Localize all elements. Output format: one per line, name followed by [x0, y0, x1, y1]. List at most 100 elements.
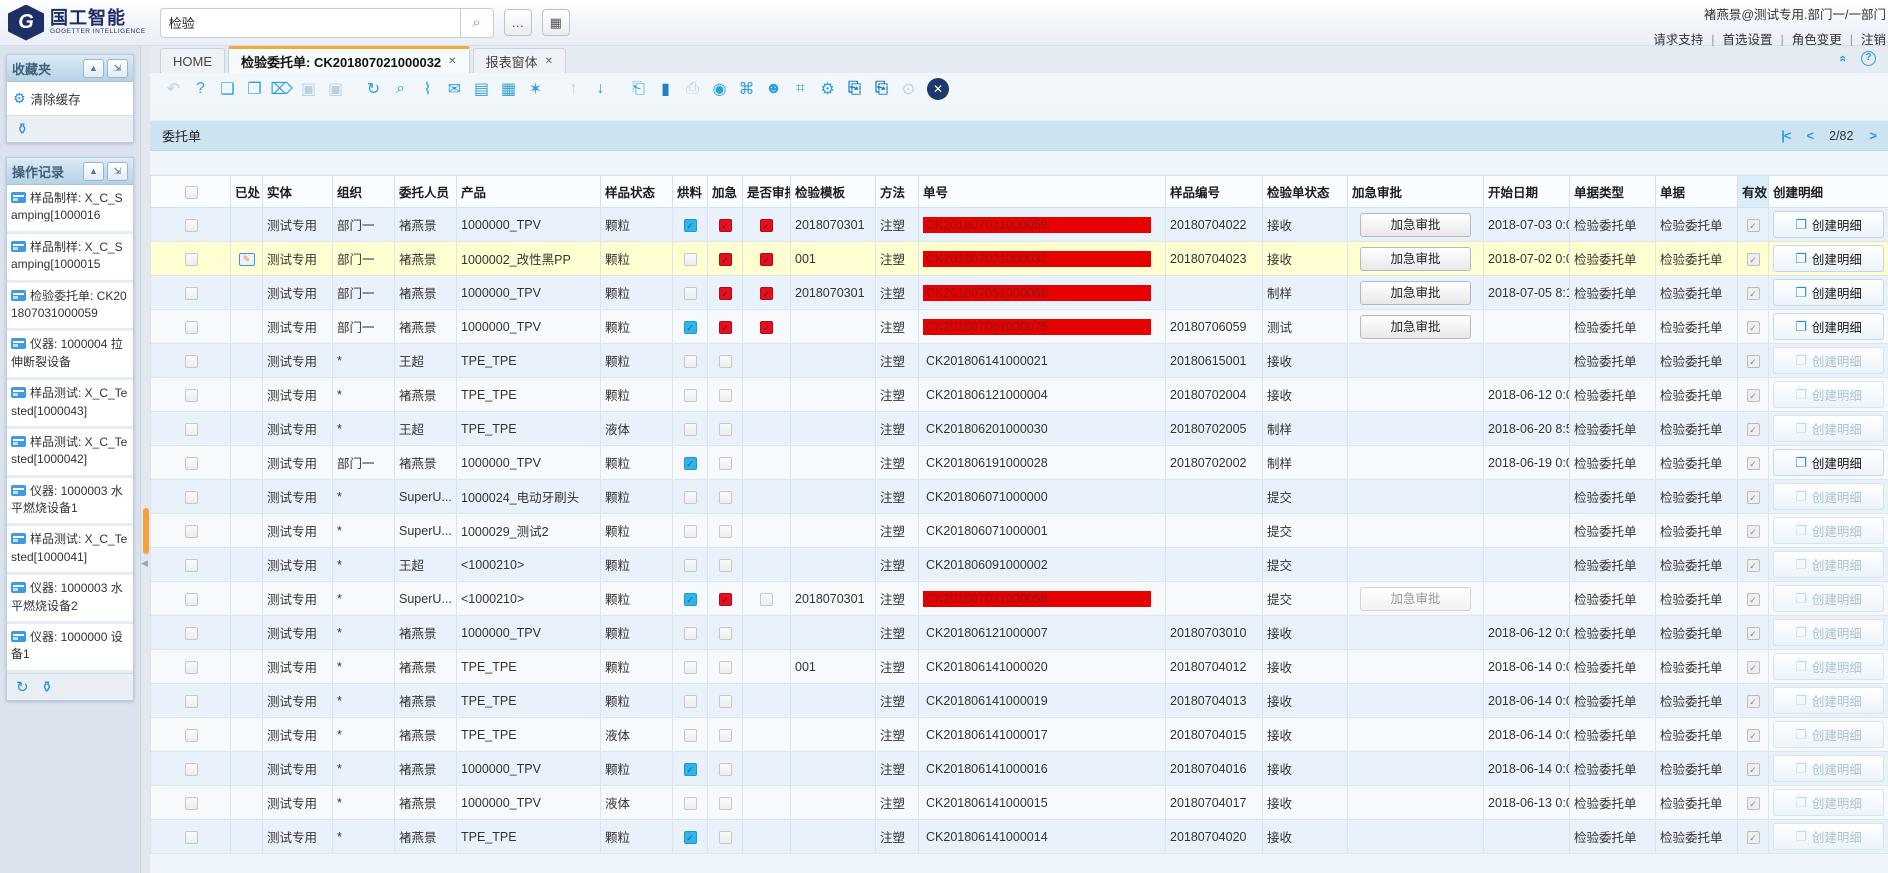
urgent-checkbox[interactable] — [719, 797, 732, 810]
top-link-2[interactable]: 角色变更 — [1792, 33, 1842, 47]
urgent-checkbox[interactable] — [719, 457, 732, 470]
bake-checkbox[interactable] — [684, 423, 697, 436]
delete-record-icon[interactable]: ⌦ — [268, 79, 295, 99]
urgent-checkbox[interactable] — [719, 355, 732, 368]
valid-checkbox[interactable]: ✓ — [1747, 593, 1760, 606]
table-row-13[interactable]: 测试专用*褚燕景1000000_TPV颗粒注塑CK201806121000007… — [151, 616, 1888, 650]
calculator-icon[interactable]: ⌗ — [787, 80, 814, 98]
valid-checkbox[interactable]: ✓ — [1747, 627, 1760, 640]
pdf-export-icon[interactable]: ⎗ — [625, 80, 652, 98]
table-row-14[interactable]: 测试专用*褚燕景TPE_TPE颗粒001注塑CK2018061410000202… — [151, 650, 1888, 684]
next-page-button[interactable]: > — [1869, 128, 1876, 143]
bake-checkbox[interactable] — [684, 627, 697, 640]
row-select-checkbox[interactable] — [185, 253, 198, 266]
table-row-2[interactable]: ✎测试专用部门一褚燕景1000002_改性黑PP颗粒✓✓001注塑CK20180… — [151, 242, 1888, 276]
row-select-checkbox[interactable] — [185, 457, 198, 470]
row-select-checkbox[interactable] — [185, 423, 198, 436]
create-detail-button[interactable]: ❐创建明细 — [1773, 279, 1884, 306]
approve-checkbox[interactable]: ✓ — [760, 253, 773, 266]
urgent-checkbox[interactable]: ✓ — [719, 593, 732, 606]
history-item-5[interactable]: 样品测试: X_C_Tested[1000042] — [7, 429, 133, 478]
search-icon[interactable]: ⌕ — [387, 80, 414, 98]
urgent-checkbox[interactable] — [719, 491, 732, 504]
valid-checkbox[interactable]: ✓ — [1747, 695, 1760, 708]
urgent-checkbox[interactable] — [719, 695, 732, 708]
row-select-checkbox[interactable] — [185, 695, 198, 708]
urgent-approve-button[interactable]: 加急审批 — [1360, 247, 1472, 271]
row-select-checkbox[interactable] — [185, 219, 198, 232]
top-link-3[interactable]: 注销 — [1861, 33, 1886, 47]
table-row-9[interactable]: 测试专用*SuperU...1000024_电动牙刷头颗粒注塑CK2018060… — [151, 480, 1888, 514]
bake-checkbox[interactable]: ✓ — [684, 593, 697, 606]
valid-checkbox[interactable]: ✓ — [1747, 219, 1760, 232]
urgent-checkbox[interactable]: ✓ — [719, 321, 732, 334]
contacts-icon[interactable]: ☻ — [760, 80, 787, 98]
valid-checkbox[interactable]: ✓ — [1747, 763, 1760, 776]
urgent-checkbox[interactable] — [719, 389, 732, 402]
bake-checkbox[interactable] — [684, 253, 697, 266]
bake-checkbox[interactable]: ✓ — [684, 321, 697, 334]
tab-close-icon[interactable]: ✕ — [448, 56, 456, 67]
valid-checkbox[interactable]: ✓ — [1747, 321, 1760, 334]
history-item-1[interactable]: 样品制样: X_C_Samping[1000015 — [7, 234, 133, 283]
urgent-checkbox[interactable]: ✓ — [719, 219, 732, 232]
table-row-17[interactable]: 测试专用*褚燕景1000000_TPV颗粒✓注塑CK20180614100001… — [151, 752, 1888, 786]
tab-home[interactable]: HOME — [160, 48, 225, 73]
valid-checkbox[interactable]: ✓ — [1747, 729, 1760, 742]
history-item-9[interactable]: 仪器: 1000000 设备1 — [7, 624, 133, 673]
more-options-button[interactable]: … — [504, 9, 532, 36]
bake-checkbox[interactable] — [684, 525, 697, 538]
collapse-panel-button[interactable]: ▲ — [83, 162, 104, 181]
row-select-checkbox[interactable] — [185, 355, 198, 368]
top-link-0[interactable]: 请求支持 — [1653, 33, 1703, 47]
approve-checkbox[interactable]: ✓ — [760, 219, 773, 232]
urgent-approve-button[interactable]: 加急审批 — [1360, 213, 1472, 237]
create-detail-button[interactable]: ❐创建明细 — [1773, 245, 1884, 272]
row-select-checkbox[interactable] — [185, 593, 198, 606]
approve-checkbox[interactable]: ✓ — [760, 287, 773, 300]
prev-page-button[interactable]: < — [1806, 128, 1813, 143]
bake-checkbox[interactable] — [684, 695, 697, 708]
search-icon[interactable]: ⌕ — [460, 8, 494, 38]
table-row-19[interactable]: 测试专用*褚燕景TPE_TPE颗粒✓注塑CK201806141000014201… — [151, 820, 1888, 854]
urgent-approve-button[interactable]: 加急审批 — [1360, 315, 1472, 339]
create-detail-button[interactable]: ❐创建明细 — [1773, 449, 1884, 476]
table-row-4[interactable]: 测试专用部门一褚燕景1000000_TPV颗粒✓✓✓注塑CK2018070610… — [151, 310, 1888, 344]
bake-checkbox[interactable] — [684, 559, 697, 572]
valid-checkbox[interactable]: ✓ — [1747, 355, 1760, 368]
settings-gear-icon[interactable]: ⚙ — [814, 79, 841, 99]
collapse-tabs-icon[interactable]: » — [1835, 55, 1850, 62]
urgent-checkbox[interactable] — [719, 559, 732, 572]
create-detail-button[interactable]: ❐创建明细 — [1773, 211, 1884, 238]
qr-code-button[interactable]: ▦ — [542, 9, 570, 36]
bake-checkbox[interactable] — [684, 389, 697, 402]
row-select-checkbox[interactable] — [185, 491, 198, 504]
attachment-icon[interactable]: ⌇ — [414, 79, 441, 99]
new-record-icon[interactable]: ❏ — [214, 79, 241, 99]
trash-icon[interactable]: ⚱ — [41, 678, 54, 696]
valid-checkbox[interactable]: ✓ — [1747, 797, 1760, 810]
approve-checkbox[interactable] — [760, 593, 773, 606]
expand-panel-button[interactable]: ⇲ — [107, 162, 128, 181]
history-item-3[interactable]: 仪器: 1000004 拉伸断裂设备 — [7, 331, 133, 380]
valid-checkbox[interactable]: ✓ — [1747, 389, 1760, 402]
history-item-8[interactable]: 仪器: 1000003 水平燃烧设备2 — [7, 575, 133, 624]
bake-checkbox[interactable] — [684, 491, 697, 504]
bake-checkbox[interactable] — [684, 797, 697, 810]
urgent-checkbox[interactable] — [719, 729, 732, 742]
row-select-checkbox[interactable] — [185, 661, 198, 674]
bake-checkbox[interactable] — [684, 355, 697, 368]
urgent-checkbox[interactable] — [719, 763, 732, 776]
disc-icon[interactable]: ◉ — [706, 79, 733, 99]
import-down-icon[interactable]: ↓ — [587, 80, 614, 98]
urgent-checkbox[interactable]: ✓ — [719, 253, 732, 266]
tab-close-icon[interactable]: ✕ — [545, 56, 553, 67]
history-item-4[interactable]: 样品测试: X_C_Tested[1000043] — [7, 380, 133, 429]
bake-checkbox[interactable]: ✓ — [684, 763, 697, 776]
urgent-checkbox[interactable] — [719, 661, 732, 674]
export-file2-icon[interactable]: ⎘ — [868, 80, 895, 98]
top-link-1[interactable]: 首选设置 — [1722, 33, 1772, 47]
bake-checkbox[interactable]: ✓ — [684, 457, 697, 470]
collapse-panel-button[interactable]: ▲ — [83, 59, 104, 78]
trash-icon[interactable]: ⚱ — [16, 120, 29, 138]
